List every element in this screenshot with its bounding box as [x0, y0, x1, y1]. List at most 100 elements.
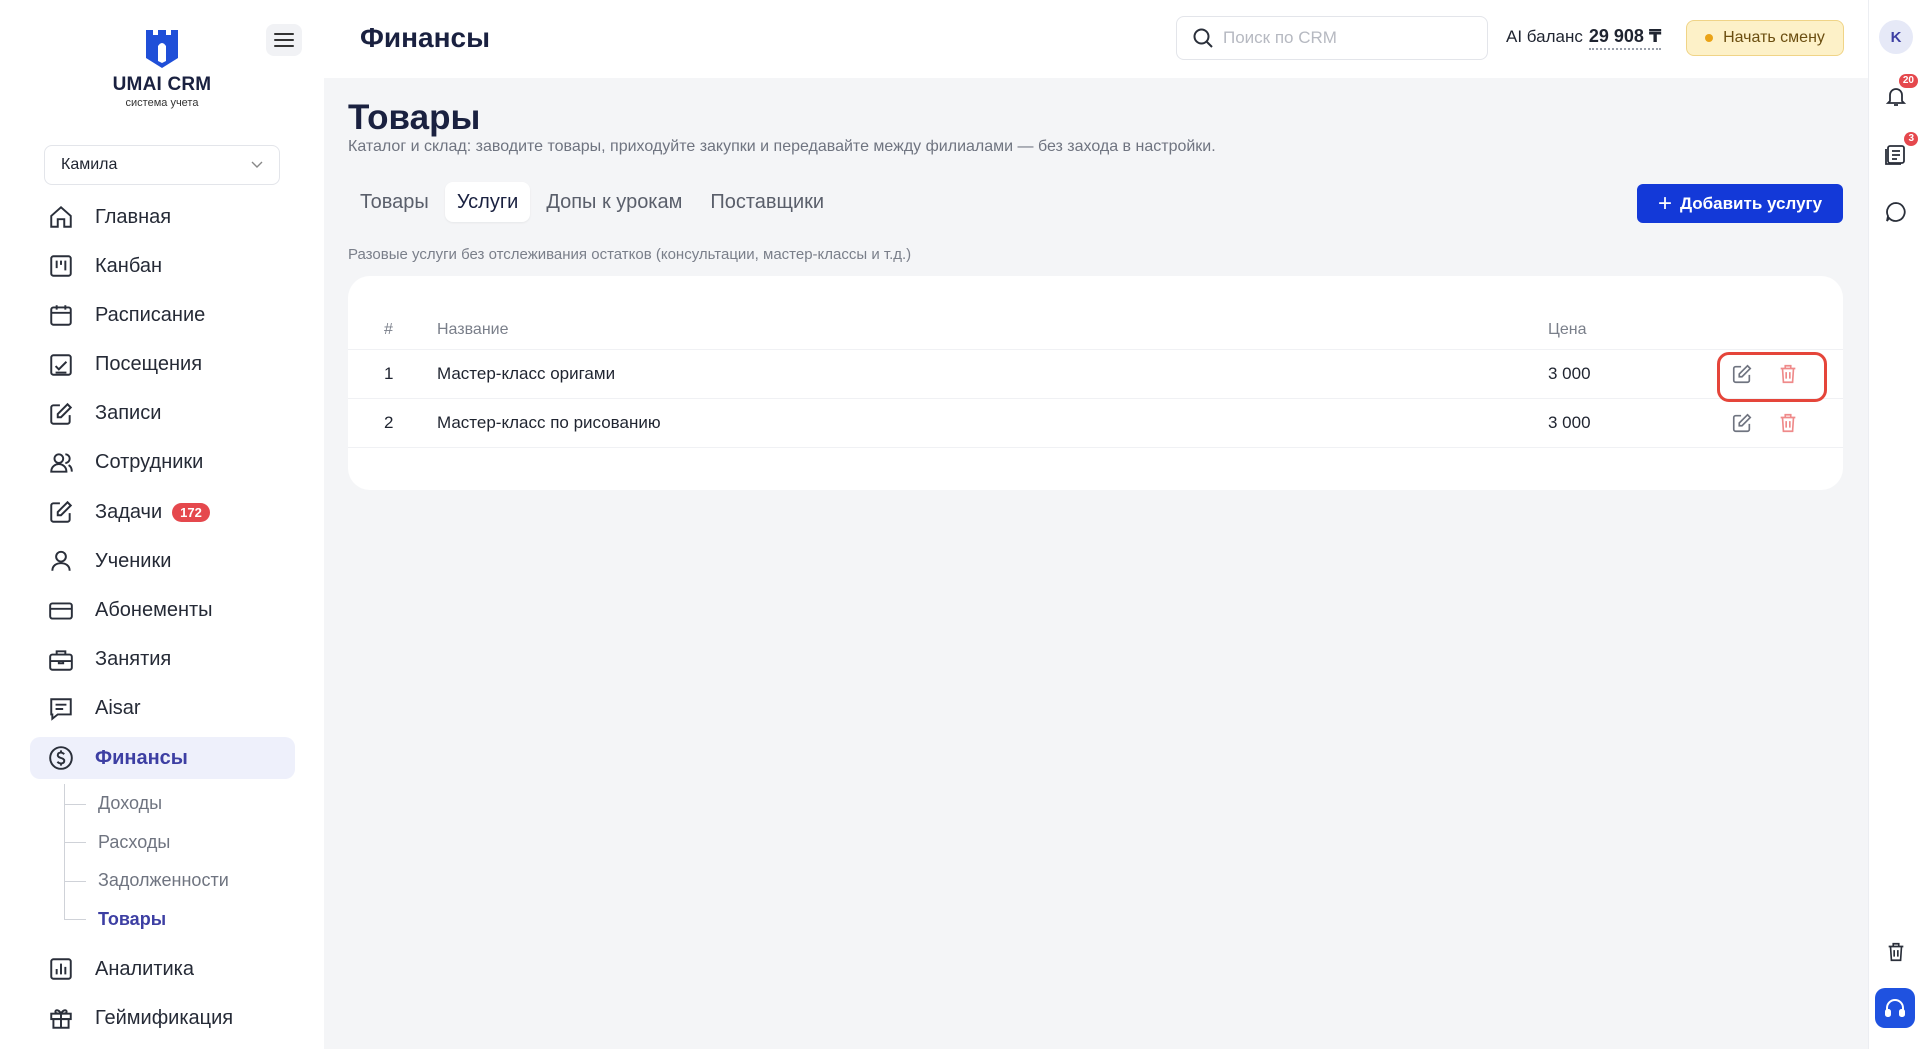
menu-toggle-button[interactable]: [266, 24, 302, 56]
chat-button[interactable]: [1882, 198, 1910, 226]
users-icon: [47, 449, 75, 477]
chat-list-icon: [47, 695, 75, 723]
topbar: Финансы AI баланс 29 908 ₸ Начать смену: [324, 0, 1868, 78]
notifications-badge: 20: [1898, 74, 1918, 88]
user-select[interactable]: Камила: [44, 145, 280, 185]
document-list-icon: [1885, 145, 1905, 165]
nav-item-kanban[interactable]: Канбан: [30, 245, 295, 287]
row-name: Мастер-класс по рисованию: [437, 413, 661, 432]
brand-tagline: система учета: [125, 97, 199, 109]
nav-label: Расписание: [95, 303, 206, 326]
headset-icon: [1885, 999, 1905, 1017]
delete-button[interactable]: [1774, 409, 1802, 437]
search-box[interactable]: [1176, 16, 1488, 60]
row-price: 3 000: [1548, 364, 1591, 383]
nav-label: Занятия: [95, 648, 172, 671]
status-dot-icon: [1705, 34, 1714, 42]
analytics-icon: [47, 955, 75, 983]
nav-item-subscriptions[interactable]: Абонементы: [30, 590, 295, 632]
nav-label: Сотрудники: [95, 451, 204, 474]
nav-label: Aisar: [95, 697, 141, 720]
nav-item-tasks[interactable]: Задачи 172: [30, 491, 295, 533]
tab-suppliers[interactable]: Поставщики: [698, 182, 836, 222]
start-shift-label: Начать смену: [1723, 29, 1825, 46]
nav-label: Финансы: [95, 746, 188, 769]
ai-balance-label: AI баланс: [1506, 27, 1583, 46]
subnav-item-expenses[interactable]: Расходы: [64, 823, 295, 862]
plus-icon: +: [1657, 189, 1672, 217]
documents-button[interactable]: 3: [1882, 132, 1918, 168]
avatar[interactable]: K: [1879, 20, 1913, 54]
kanban-icon: [47, 252, 75, 280]
user-icon: [47, 547, 75, 575]
documents-badge: 3: [1904, 132, 1918, 146]
services-table-card: # Название Цена 1 Мастер-класс оригами 3…: [348, 276, 1843, 490]
nav-label: Канбан: [95, 254, 162, 277]
ai-balance[interactable]: AI баланс 29 908 ₸: [1506, 26, 1662, 50]
finance-subnav: Доходы Расходы Задолженности Товары: [64, 784, 295, 938]
row-price: 3 000: [1548, 413, 1591, 432]
page-title: Товары: [348, 98, 481, 137]
table-row: 2 Мастер-класс по рисованию 3 000: [348, 399, 1843, 448]
nav-label: Абонементы: [95, 599, 213, 621]
nav-label: Ученики: [95, 549, 172, 572]
header-title: Финансы: [360, 22, 490, 53]
dollar-icon: [47, 744, 75, 772]
column-header-num: #: [384, 320, 393, 338]
main-content: Товары Каталог и склад: заводите товары,…: [324, 78, 1868, 1049]
actions-highlight: [1717, 352, 1827, 402]
castle-logo-icon: [146, 30, 178, 68]
trash-icon: [1888, 942, 1904, 962]
page-subtitle: Каталог и склад: заводите товары, приход…: [348, 138, 1216, 155]
nav-label: Задачи: [95, 500, 163, 523]
tab-products[interactable]: Товары: [348, 182, 441, 222]
nav-item-aisar[interactable]: Aisar: [30, 688, 295, 730]
trash-button[interactable]: [1882, 938, 1910, 966]
start-shift-button[interactable]: Начать смену: [1686, 20, 1844, 56]
nav-label: Посещения: [95, 353, 203, 376]
logo[interactable]: UMAI CRM система учета: [108, 28, 216, 109]
edit-button[interactable]: [1728, 409, 1756, 437]
support-button[interactable]: [1875, 988, 1915, 1028]
hamburger-icon: [274, 33, 294, 47]
notifications-button[interactable]: 20: [1882, 74, 1918, 110]
tab-lesson-addons[interactable]: Допы к урокам: [534, 182, 694, 222]
tab-services[interactable]: Услуги: [444, 182, 531, 222]
product-tabs: Товары Услуги Допы к урокам Поставщики: [348, 181, 840, 223]
nav-item-schedule[interactable]: Расписание: [30, 294, 295, 336]
row-num: 1: [384, 364, 394, 383]
nav-item-home[interactable]: Главная: [30, 196, 295, 238]
nav-item-analytics[interactable]: Аналитика: [30, 948, 295, 990]
add-service-label: Добавить услугу: [1679, 193, 1823, 213]
subnav-item-income[interactable]: Доходы: [64, 784, 295, 823]
card-icon: [47, 597, 75, 625]
ai-balance-value: 29 908 ₸: [1588, 26, 1662, 50]
table-row: 1 Мастер-класс оригами 3 000: [348, 350, 1843, 399]
services-hint: Разовые услуги без отслеживания остатков…: [348, 246, 912, 263]
briefcase-icon: [47, 646, 75, 674]
gift-icon: [47, 1004, 75, 1032]
search-input[interactable]: [1223, 28, 1473, 48]
trash-icon: [1780, 413, 1796, 433]
nav-item-lessons[interactable]: Занятия: [30, 639, 295, 681]
nav-item-gamification[interactable]: Геймификация: [30, 997, 295, 1039]
table-header: # Название Цена: [348, 310, 1843, 350]
edit-icon: [1732, 413, 1752, 433]
nav-item-records[interactable]: Записи: [30, 393, 295, 435]
nav-item-finance[interactable]: Финансы: [30, 737, 295, 780]
home-icon: [47, 203, 75, 231]
calendar-icon: [47, 301, 75, 329]
subnav-item-products[interactable]: Товары: [64, 900, 295, 939]
chat-bubble-icon: [1886, 202, 1906, 222]
search-icon: [1193, 28, 1213, 48]
subnav-item-debts[interactable]: Задолженности: [64, 861, 295, 900]
sidebar: UMAI CRM система учета Камила Главная Ка…: [0, 0, 324, 1049]
nav-item-employees[interactable]: Сотрудники: [30, 442, 295, 484]
row-num: 2: [384, 413, 394, 432]
add-service-button[interactable]: + Добавить услугу: [1637, 184, 1843, 223]
column-header-price: Цена: [1548, 320, 1587, 338]
nav-item-students[interactable]: Ученики: [30, 540, 295, 582]
right-rail: K 20 3: [1868, 0, 1920, 1049]
nav-label: Аналитика: [95, 957, 194, 980]
nav-item-visits[interactable]: Посещения: [30, 344, 295, 386]
